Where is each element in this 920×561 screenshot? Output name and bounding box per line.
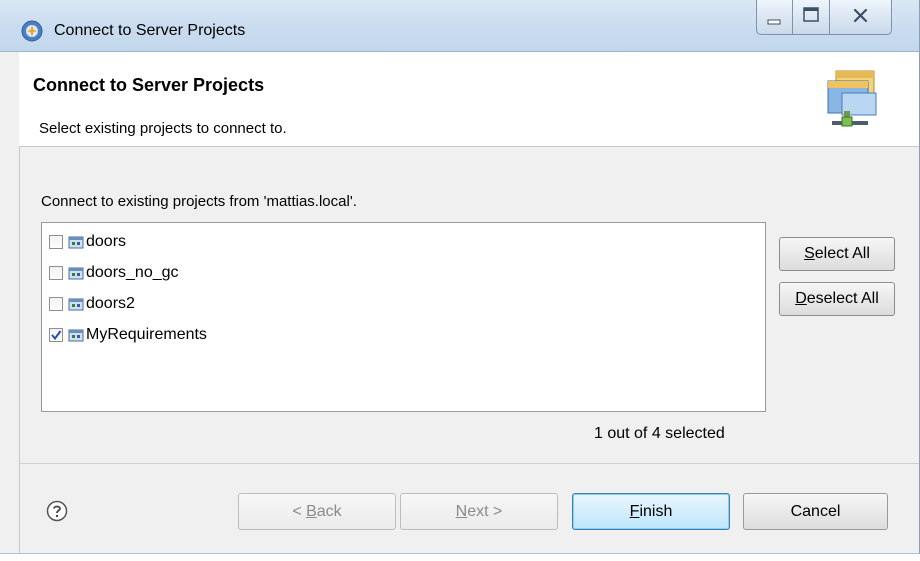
deselect-all-button[interactable]: Deselect All [779, 282, 895, 316]
selection-status: 1 out of 4 selected [594, 425, 725, 442]
button-label: ack [316, 503, 342, 520]
close-icon [853, 8, 868, 23]
project-checkbox[interactable] [49, 266, 63, 280]
project-checkbox[interactable] [49, 297, 63, 311]
mnemonic: S [804, 245, 815, 262]
check-icon [51, 330, 62, 341]
project-icon [68, 267, 84, 280]
window-title: Connect to Server Projects [54, 22, 246, 39]
mnemonic: B [306, 503, 317, 520]
close-button[interactable] [829, 0, 892, 35]
maximize-icon [803, 7, 819, 22]
maximize-button[interactable] [792, 0, 830, 35]
button-label: elect All [814, 245, 870, 262]
next-button[interactable]: Next > [400, 493, 558, 530]
footer-separator [20, 463, 919, 464]
project-name: doors [86, 233, 127, 250]
back-button[interactable]: < Back [238, 493, 396, 530]
project-icon [68, 329, 84, 342]
project-checkbox[interactable] [49, 235, 63, 249]
mnemonic: D [795, 290, 807, 307]
mnemonic: F [629, 503, 640, 520]
server-projects-icon [827, 70, 877, 127]
list-item[interactable]: doors2 [49, 293, 135, 315]
banner-title: Connect to Server Projects [33, 75, 265, 95]
wizard-banner: Connect to Server Projects Select existi… [19, 52, 919, 147]
dialog-left-border [19, 146, 20, 553]
dialog-window: Connect to Server Projects Connect to Se… [0, 0, 920, 554]
button-label: ext > [467, 503, 503, 520]
list-item[interactable]: doors_no_gc [49, 262, 179, 284]
projects-list[interactable]: doors doors_no_gc doors2 MyRequirements [41, 222, 766, 412]
button-prefix: < [292, 503, 307, 520]
help-icon[interactable] [46, 500, 68, 522]
button-label: eselect All [806, 290, 879, 307]
project-checkbox-checked[interactable] [49, 328, 63, 342]
eclipse-wizard-icon [21, 20, 43, 42]
project-name: MyRequirements [86, 326, 207, 343]
finish-button[interactable]: Finish [572, 493, 730, 530]
project-icon [68, 298, 84, 311]
title-bar[interactable]: Connect to Server Projects [0, 0, 919, 52]
minimize-icon [767, 19, 781, 25]
cancel-button[interactable]: Cancel [743, 493, 888, 530]
list-item[interactable]: doors [49, 231, 126, 253]
button-label: inish [639, 503, 673, 520]
select-all-button[interactable]: Select All [779, 237, 895, 271]
project-name: doors2 [86, 295, 135, 312]
projects-label: Connect to existing projects from 'matti… [41, 193, 357, 210]
banner-description: Select existing projects to connect to. [39, 120, 287, 137]
minimize-button[interactable] [756, 0, 793, 35]
mnemonic: N [455, 503, 468, 520]
project-name: doors_no_gc [86, 264, 179, 281]
list-item[interactable]: MyRequirements [49, 324, 207, 346]
project-icon [68, 236, 84, 249]
